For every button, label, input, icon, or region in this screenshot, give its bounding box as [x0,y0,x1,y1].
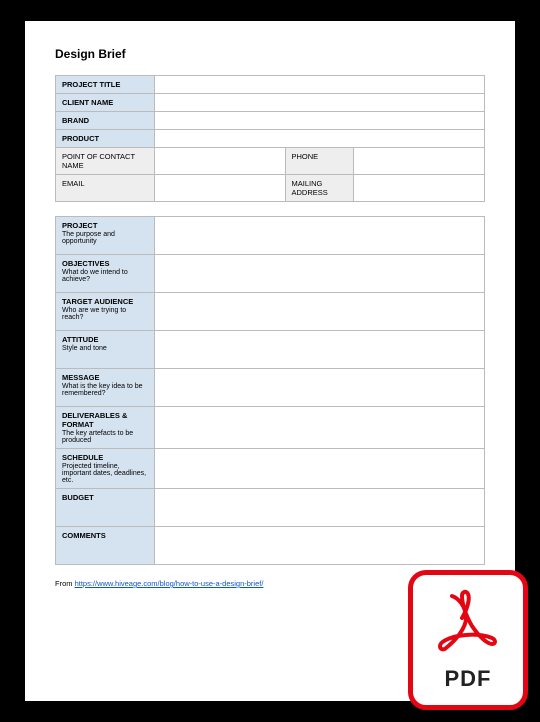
label-project-title: PROJECT TITLE [56,76,155,94]
table-row: OBJECTIVES What do we intend to achieve? [56,255,485,293]
label-sub: The purpose and opportunity [62,231,148,245]
table-row: BUDGET [56,489,485,527]
label-deliverables: DELIVERABLES & FORMAT The key artefacts … [56,407,155,449]
value-brand [154,112,484,130]
label-sub: The key artefacts to be produced [62,430,148,444]
label-text: BUDGET [62,493,94,502]
value-phone [354,148,485,175]
label-client-name: CLIENT NAME [56,94,155,112]
value-client-name [154,94,484,112]
page-title: Design Brief [55,47,485,61]
header-table: PROJECT TITLE CLIENT NAME BRAND PRODUCT … [55,75,485,202]
label-product: PRODUCT [56,130,155,148]
label-mailing: MAILING ADDRESS [285,175,354,202]
label-schedule: SCHEDULE Projected timeline, important d… [56,449,155,489]
label-text: COMMENTS [62,531,106,540]
table-row: PROJECT The purpose and opportunity [56,217,485,255]
footer-link[interactable]: https://www.hiveage.com/blog/how-to-use-… [75,579,264,588]
value-project [154,217,484,255]
label-attitude: ATTITUDE Style and tone [56,331,155,369]
value-mailing [354,175,485,202]
pdf-badge: PDF [408,570,528,710]
table-row: SCHEDULE Projected timeline, important d… [56,449,485,489]
label-sub: What is the key idea to be remembered? [62,383,148,397]
value-comments [154,527,484,565]
label-message: MESSAGE What is the key idea to be remem… [56,369,155,407]
value-deliverables [154,407,484,449]
table-row: TARGET AUDIENCE Who are we trying to rea… [56,293,485,331]
label-poc: POINT OF CONTACT NAME [56,148,155,175]
value-attitude [154,331,484,369]
pdf-label: PDF [445,666,492,692]
label-text: SCHEDULE [62,453,103,462]
label-audience: TARGET AUDIENCE Who are we trying to rea… [56,293,155,331]
value-product [154,130,484,148]
table-row: EMAIL MAILING ADDRESS [56,175,485,202]
label-sub: Style and tone [62,345,148,352]
label-sub: Projected timeline, important dates, dea… [62,463,148,484]
label-text: DELIVERABLES & FORMAT [62,411,127,429]
label-text: TARGET AUDIENCE [62,297,133,306]
label-sub: Who are we trying to reach? [62,307,148,321]
value-project-title [154,76,484,94]
label-phone: PHONE [285,148,354,175]
value-poc [154,148,285,175]
label-budget: BUDGET [56,489,155,527]
table-row: CLIENT NAME [56,94,485,112]
table-row: COMMENTS [56,527,485,565]
pdf-icon [438,588,498,660]
value-objectives [154,255,484,293]
label-objectives: OBJECTIVES What do we intend to achieve? [56,255,155,293]
value-budget [154,489,484,527]
table-row: PROJECT TITLE [56,76,485,94]
label-project: PROJECT The purpose and opportunity [56,217,155,255]
label-comments: COMMENTS [56,527,155,565]
label-text: MESSAGE [62,373,100,382]
table-row: ATTITUDE Style and tone [56,331,485,369]
value-audience [154,293,484,331]
table-row: BRAND [56,112,485,130]
label-brand: BRAND [56,112,155,130]
value-email [154,175,285,202]
label-text: ATTITUDE [62,335,99,344]
label-text: OBJECTIVES [62,259,110,268]
detail-table: PROJECT The purpose and opportunity OBJE… [55,216,485,565]
label-email: EMAIL [56,175,155,202]
label-sub: What do we intend to achieve? [62,269,148,283]
table-row: MESSAGE What is the key idea to be remem… [56,369,485,407]
label-text: PROJECT [62,221,97,230]
table-row: PRODUCT [56,130,485,148]
table-row: POINT OF CONTACT NAME PHONE [56,148,485,175]
value-message [154,369,484,407]
table-row: DELIVERABLES & FORMAT The key artefacts … [56,407,485,449]
footer-prefix: From [55,579,75,588]
value-schedule [154,449,484,489]
